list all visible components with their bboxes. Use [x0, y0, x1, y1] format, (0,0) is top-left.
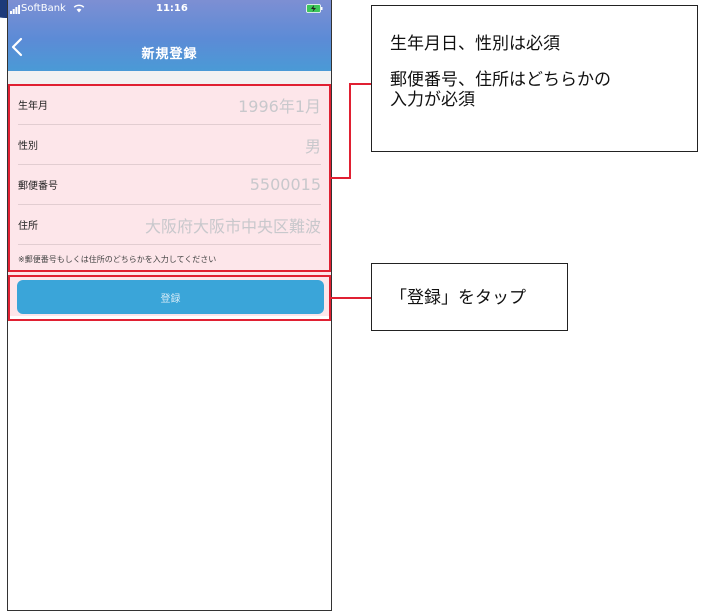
- callout-either-field: 郵便番号、住所はどちらかの: [390, 70, 611, 90]
- wifi-icon: [73, 4, 85, 13]
- button-connector: [331, 297, 371, 299]
- status-bar: SoftBank 11:16: [8, 2, 331, 16]
- status-time: 11:16: [156, 3, 188, 14]
- battery-charging-icon: [306, 4, 323, 13]
- tap-register-callout: 「登録」をタップ: [371, 263, 568, 331]
- form-connector-top: [349, 83, 371, 85]
- app-header: SoftBank 11:16 新規登録: [8, 0, 331, 71]
- form-connector-horizontal: [331, 177, 351, 179]
- callout-required-fields: 生年月日、性別は必須: [390, 34, 560, 54]
- page-title: 新規登録: [141, 47, 198, 62]
- form-connector-vertical: [349, 83, 351, 179]
- button-highlight-frame: [8, 275, 331, 321]
- signal-icon: [10, 5, 20, 14]
- requirements-callout: 生年月日、性別は必須 郵便番号、住所はどちらかの 入力が必須: [371, 5, 698, 152]
- carrier-name: SoftBank: [21, 3, 66, 14]
- form-highlight-frame: [8, 84, 331, 272]
- callout-either-field-cont: 入力が必須: [390, 90, 475, 110]
- form-top-gap: [8, 71, 331, 85]
- callout-tap-register: 「登録」をタップ: [390, 288, 526, 308]
